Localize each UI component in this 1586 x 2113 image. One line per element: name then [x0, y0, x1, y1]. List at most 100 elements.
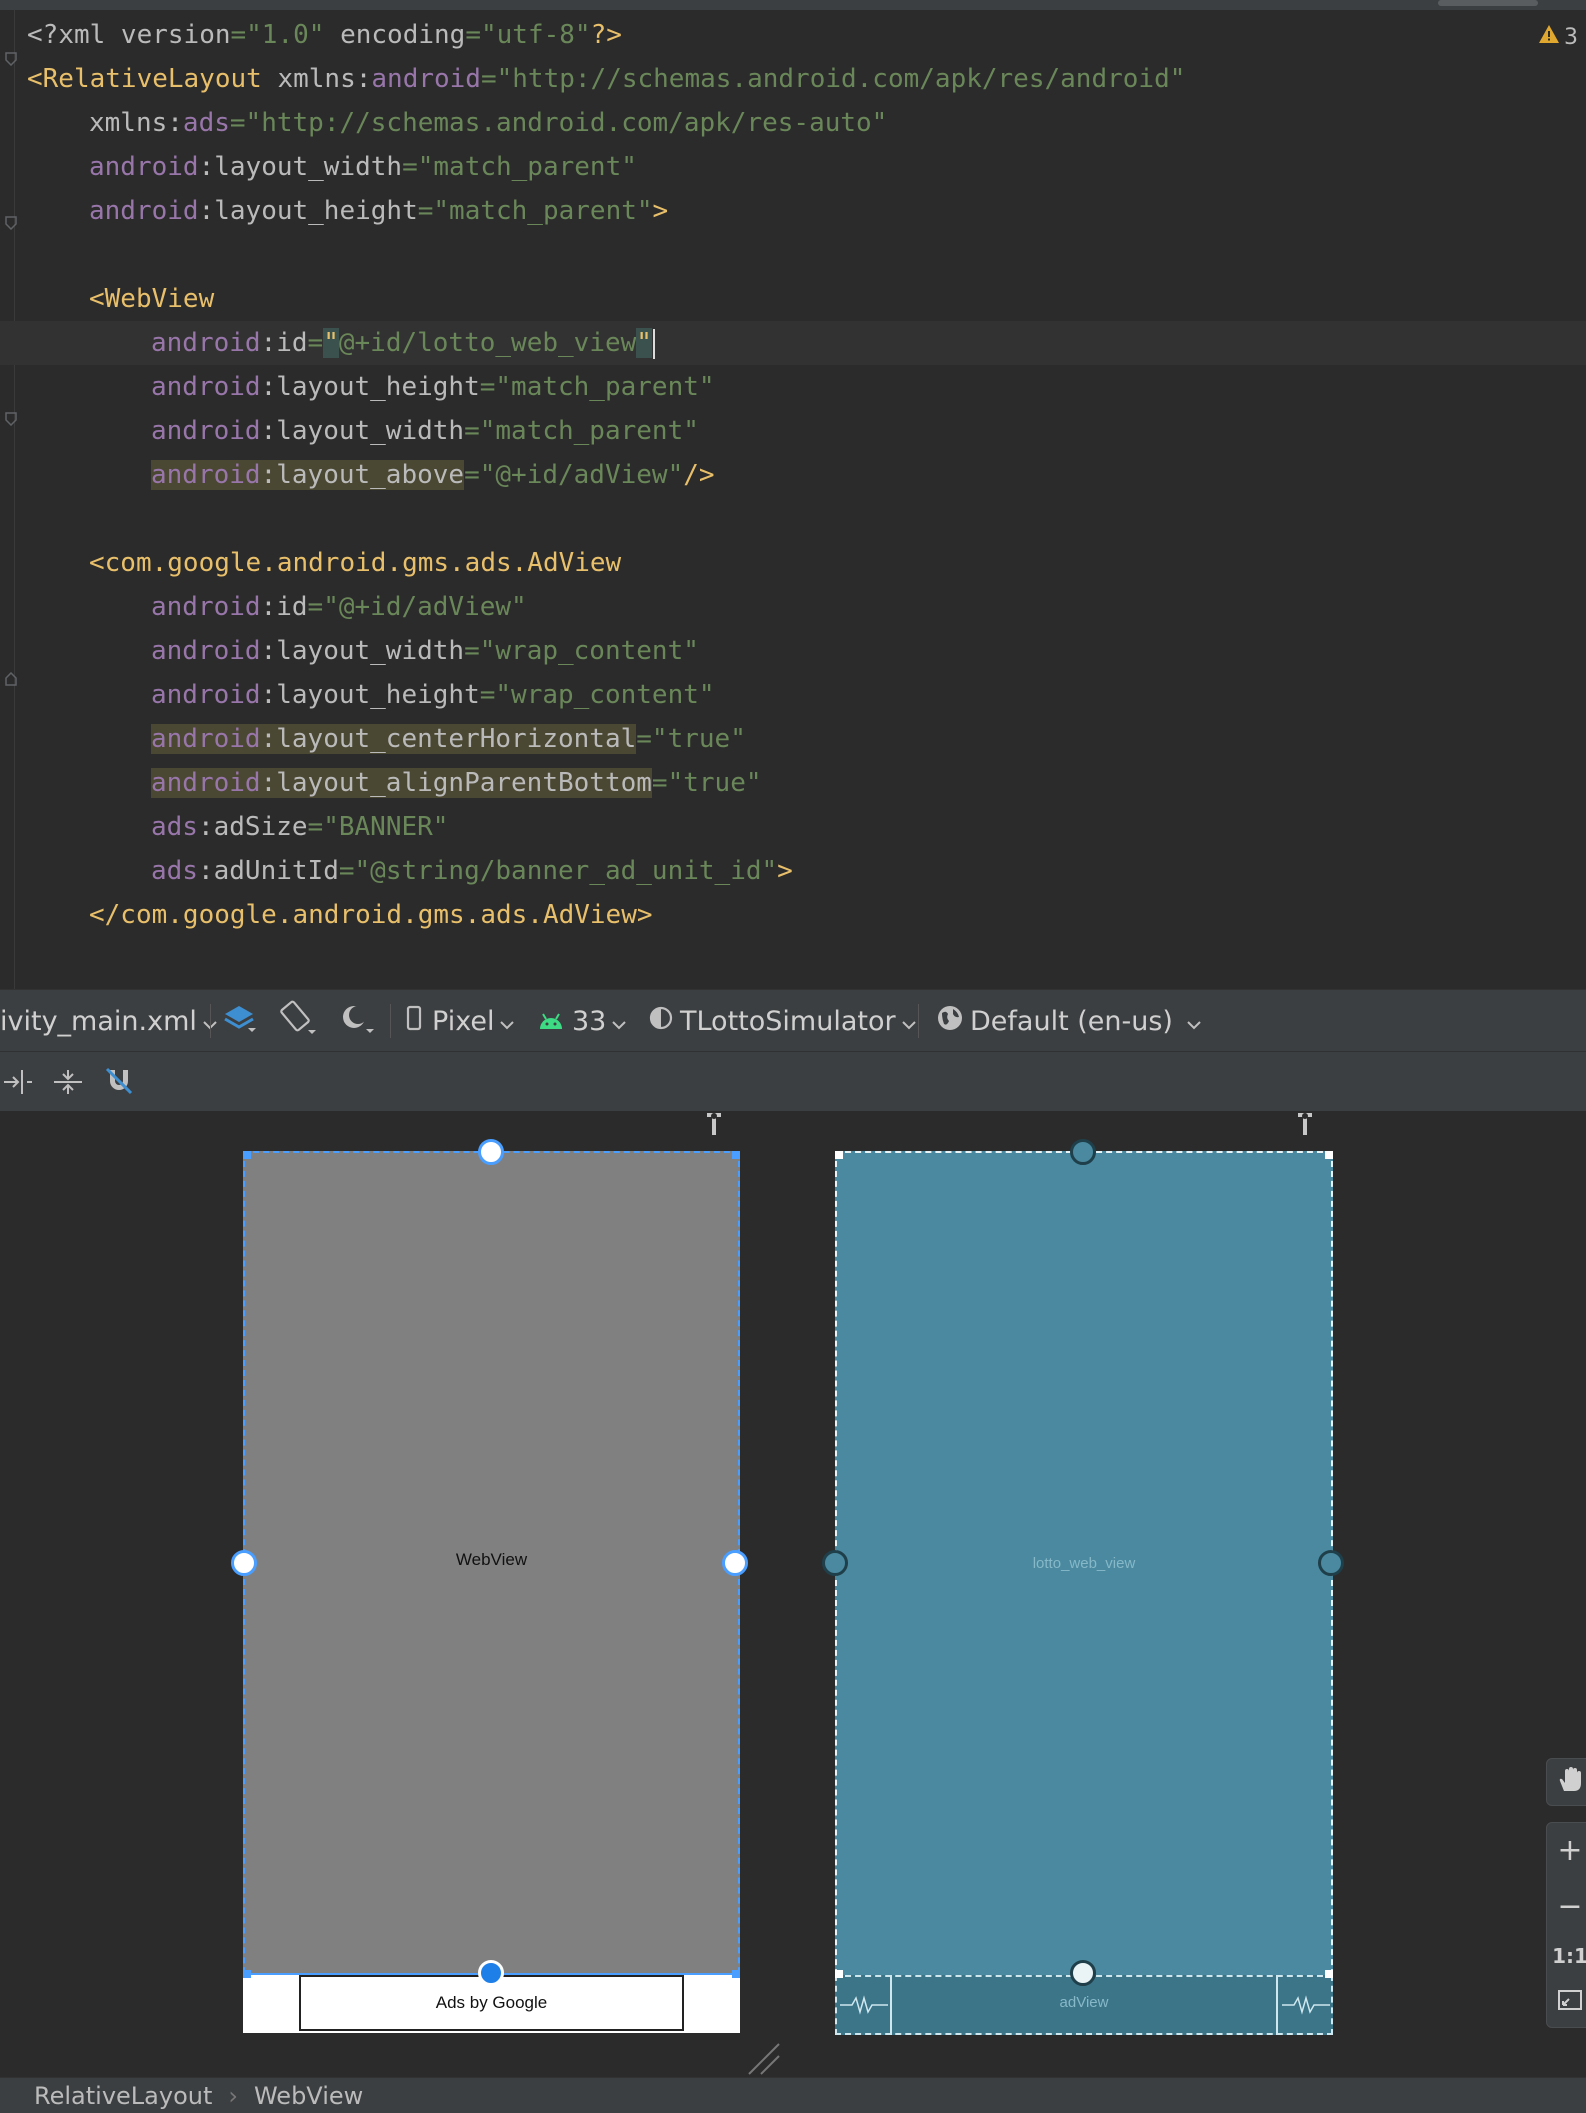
resize-handle[interactable] [835, 1970, 843, 1978]
code-line-17: android:layout_centerHorizontal="true" [151, 717, 746, 761]
theme-icon [648, 1005, 674, 1038]
api-level-selector[interactable]: 33 [538, 990, 627, 1052]
zoom-controls: + − 1:1 [1546, 1822, 1586, 2028]
blueprint-anchor-bottom[interactable] [1070, 1960, 1096, 1986]
namespace: android [151, 328, 261, 358]
code-line-5: android:layout_height="match_parent"> [89, 189, 668, 233]
night-mode-button[interactable] [338, 990, 376, 1052]
namespace: android [151, 768, 261, 798]
namespace: android [89, 152, 199, 182]
code-line-4: android:layout_width="match_parent" [89, 145, 637, 189]
code-editor[interactable]: 3 <?xml version="1.0" encoding="utf-8"?>… [0, 0, 1586, 989]
namespace: android [89, 196, 199, 226]
breadcrumb-separator: › [228, 2081, 238, 2110]
resize-handle[interactable] [243, 1151, 251, 1159]
adview-label: Ads by Google [435, 1993, 548, 2012]
locale-selector[interactable]: Default (en-us) [936, 990, 1201, 1052]
namespace: android [151, 724, 261, 754]
chevron-down-icon [1187, 1006, 1201, 1037]
android-icon [538, 1006, 564, 1037]
code-line-13: <com.google.android.gms.ads.AdView [89, 541, 621, 585]
attr-name-warning: :layout_centerHorizontal [260, 724, 637, 754]
attr-value: "@+id/adView" [479, 460, 684, 490]
tag-name: <WebView [89, 284, 215, 314]
fold-end-marker-icon[interactable] [5, 672, 17, 686]
eq: = [479, 680, 496, 710]
attr-name: xmlns: [261, 64, 372, 94]
attr-name: :id [260, 328, 308, 358]
attr-name-warning: :layout_above [260, 460, 465, 490]
constraint-anchor-left[interactable] [231, 1550, 257, 1576]
zoom-actual-size-button[interactable]: 1:1 [1552, 1944, 1586, 1968]
code-line-15: android:layout_width="wrap_content" [151, 629, 699, 673]
tag-end: > [652, 196, 669, 226]
namespace: android [151, 372, 261, 402]
resize-handle[interactable] [1325, 1970, 1333, 1978]
blueprint-anchor-top[interactable] [1070, 1139, 1096, 1165]
resize-handle[interactable] [1325, 1151, 1333, 1159]
webview-label: WebView [455, 1550, 528, 1569]
attr-value: "utf-8" [480, 20, 591, 50]
hand-icon [1556, 1765, 1584, 1799]
design-canvas[interactable] [0, 1111, 1586, 2077]
magnet-off-icon[interactable] [104, 1066, 134, 1100]
resize-handle[interactable] [732, 1151, 740, 1159]
attr-name: :id [260, 592, 308, 622]
pan-button[interactable] [1546, 1758, 1586, 1806]
toolbar-separator [918, 1004, 919, 1038]
warning-indicator[interactable]: 3 [1538, 22, 1578, 52]
fold-marker-icon[interactable] [5, 412, 17, 426]
device-label: Pixel [432, 1005, 495, 1037]
fold-marker-icon[interactable] [5, 52, 17, 66]
globe-icon [936, 1004, 964, 1039]
blueprint-anchor-left[interactable] [822, 1550, 848, 1576]
webview-design-preview[interactable] [243, 1151, 740, 2033]
attr-name: :adSize [197, 812, 308, 842]
pack-horizontal-icon[interactable] [2, 1068, 34, 1100]
resize-handle[interactable] [835, 1151, 843, 1159]
scrollbar-thumb[interactable] [1438, 0, 1538, 6]
chevron-down-icon [612, 1006, 627, 1037]
design-surface-button[interactable] [222, 990, 256, 1052]
attr-name: :layout_height [198, 196, 418, 226]
namespace: ads [182, 108, 230, 138]
constraint-anchor-right[interactable] [722, 1550, 748, 1576]
eq: = [402, 152, 418, 182]
zoom-in-button[interactable]: + [1557, 1833, 1582, 1868]
constraint-anchor-top[interactable] [478, 1139, 504, 1165]
fit-screen-icon[interactable] [1557, 1989, 1583, 2017]
xml-decl-end: ?> [590, 20, 622, 50]
tag-name: <RelativeLayout [27, 64, 262, 94]
file-selector[interactable]: ivity_main.xml [0, 990, 217, 1052]
constraint-anchor-bottom[interactable] [478, 1960, 504, 1986]
attr-value: "true" [651, 724, 746, 754]
code-line-3: xmlns:ads="http://schemas.android.com/ap… [89, 101, 887, 145]
namespace: ads [151, 812, 198, 842]
attr-name: :layout_width [260, 636, 465, 666]
zoom-out-button[interactable]: − [1557, 1889, 1582, 1924]
attr-name: :adUnitId [197, 856, 339, 886]
tag-name: </com.google.android.gms.ads.AdView> [89, 900, 653, 930]
blueprint-anchor-right[interactable] [1318, 1550, 1344, 1576]
fold-marker-icon[interactable] [5, 216, 17, 230]
eq: = [230, 20, 247, 50]
quote-match: " [323, 328, 339, 358]
pin-icon[interactable] [705, 1111, 723, 1141]
namespace: android [151, 636, 261, 666]
theme-selector[interactable]: TLottoSimulator [648, 990, 916, 1052]
pack-vertical-icon[interactable] [52, 1068, 84, 1100]
blueprint-webview-label: lotto_web_view [1032, 1555, 1136, 1572]
pin-icon[interactable] [1296, 1111, 1314, 1141]
horizontal-scrollbar[interactable] [0, 0, 1586, 10]
breadcrumb-item-webview[interactable]: WebView [254, 2082, 363, 2110]
attr-value: "wrap_content" [479, 636, 699, 666]
canvas-resize-icon[interactable] [745, 2040, 781, 2080]
namespace: android [151, 416, 261, 446]
blueprint-adview-label: adView [1059, 1994, 1109, 2011]
code-line-2: <RelativeLayout xmlns:android="http://sc… [27, 57, 1185, 101]
webview-blueprint-preview[interactable] [835, 1151, 1333, 2035]
device-selector[interactable]: Pixel [406, 990, 515, 1052]
orientation-button[interactable] [278, 990, 316, 1052]
breadcrumb-item-relativelayout[interactable]: RelativeLayout [34, 2082, 212, 2110]
attr-name: :layout_height [260, 680, 480, 710]
